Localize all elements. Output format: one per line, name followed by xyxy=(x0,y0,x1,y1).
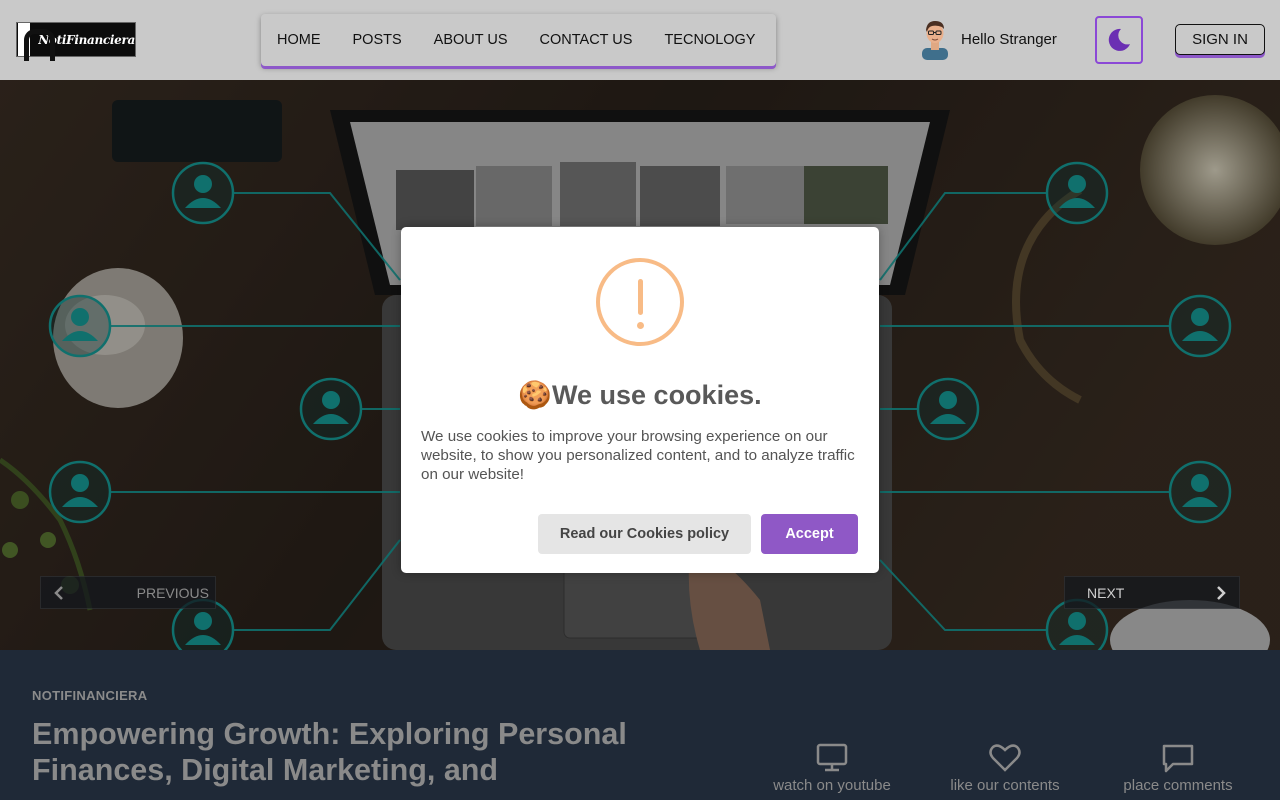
feature-youtube-label: watch on youtube xyxy=(773,777,891,794)
logo-mark xyxy=(18,23,56,61)
cookie-modal-title: 🍪We use cookies. xyxy=(518,380,762,410)
user-avatar[interactable] xyxy=(918,18,952,60)
carousel-next-button[interactable]: NEXT xyxy=(1064,576,1240,609)
main-nav: HOME POSTS ABOUT US CONTACT US TECNOLOGY xyxy=(261,14,776,66)
feature-like[interactable]: like our contents xyxy=(946,743,1064,794)
carousel-previous-button[interactable]: PREVIOUS xyxy=(40,576,216,609)
comment-icon xyxy=(1162,744,1194,773)
section-headline: Empowering Growth: Exploring Personal Fi… xyxy=(32,717,627,787)
nav-about-us[interactable]: ABOUT US xyxy=(434,32,508,48)
moon-icon xyxy=(1108,28,1130,51)
cookie-modal-body: We use cookies to improve your browsing … xyxy=(421,428,855,483)
greeting-text: Hello Stranger xyxy=(961,31,1057,48)
nav-tecnology[interactable]: TECNOLOGY xyxy=(664,32,755,48)
feature-youtube[interactable]: watch on youtube xyxy=(768,743,896,794)
accept-cookies-button[interactable]: Accept xyxy=(761,514,858,554)
intro-section: NOTIFINANCIERA Empowering Growth: Explor… xyxy=(0,650,1280,800)
feature-comments[interactable]: place comments xyxy=(1118,743,1238,794)
cookies-policy-button[interactable]: Read our Cookies policy xyxy=(538,514,751,554)
chevron-right-icon xyxy=(1217,585,1226,600)
monitor-icon xyxy=(816,743,848,772)
feature-like-label: like our contents xyxy=(950,777,1060,794)
site-header: NotiFinanciera HOME POSTS ABOUT US CONTA… xyxy=(0,0,1280,80)
nav-home[interactable]: HOME xyxy=(277,32,321,48)
heart-icon xyxy=(989,744,1021,772)
cookie-consent-modal: 🍪We use cookies. We use cookies to impro… xyxy=(401,227,879,573)
section-eyebrow: NOTIFINANCIERA xyxy=(32,688,148,703)
nav-contact-us[interactable]: CONTACT US xyxy=(540,32,633,48)
sign-in-button[interactable]: SIGN IN xyxy=(1175,24,1265,55)
theme-toggle-button[interactable] xyxy=(1095,16,1143,64)
next-label: NEXT xyxy=(1087,584,1125,601)
nav-posts[interactable]: POSTS xyxy=(353,32,402,48)
chevron-left-icon xyxy=(54,585,63,600)
previous-label: PREVIOUS xyxy=(136,584,209,601)
warning-icon xyxy=(596,258,684,346)
site-logo[interactable]: NotiFinanciera xyxy=(16,22,136,61)
feature-comments-label: place comments xyxy=(1123,777,1233,794)
